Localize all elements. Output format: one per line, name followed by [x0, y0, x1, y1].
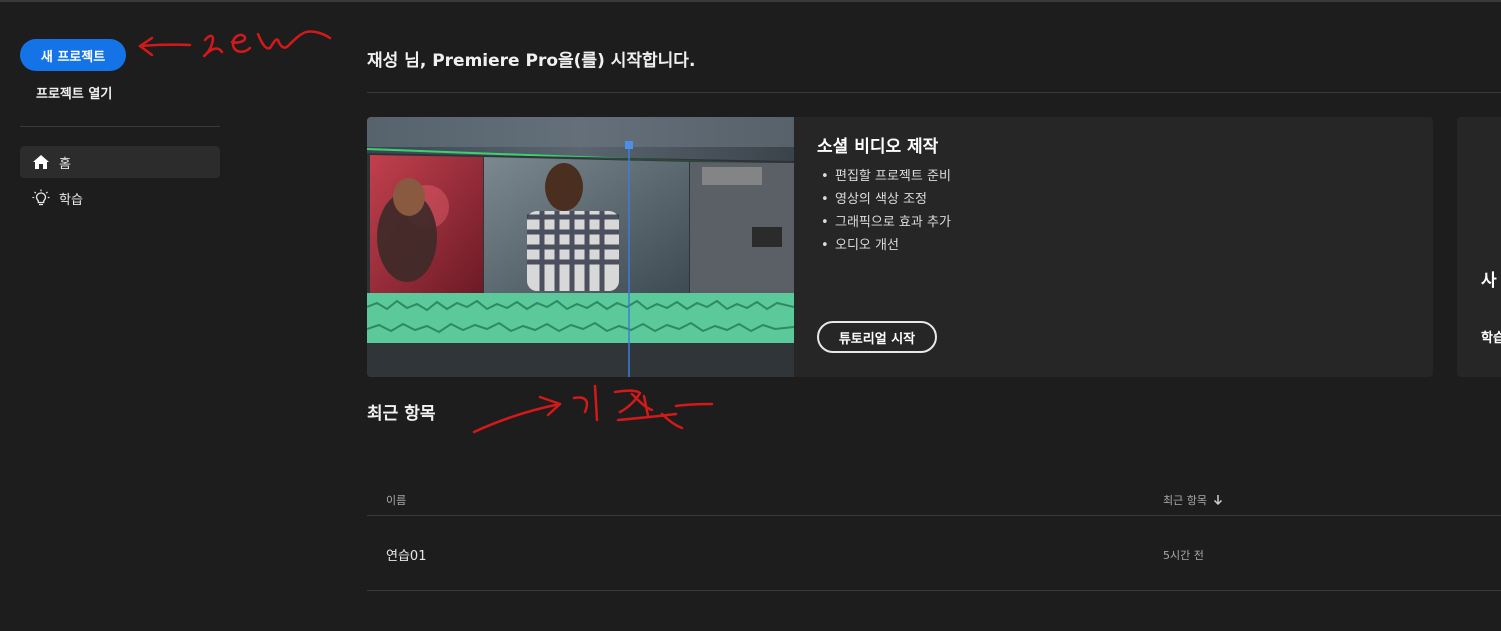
open-project-button[interactable]: 프로젝트 열기 — [36, 85, 112, 105]
sidebar-item-label: 홈 — [59, 156, 71, 172]
sort-down-arrow-icon — [1213, 495, 1223, 506]
annotation-existing-arrow — [472, 384, 714, 434]
tutorial-card-title: 소셜 비디오 제작 — [817, 137, 939, 157]
list-item: 영상의 색상 조정 — [817, 188, 1407, 211]
tutorial-thumbnail[interactable] — [367, 117, 794, 377]
lightbulb-icon — [30, 187, 52, 209]
sidebar-divider — [20, 126, 220, 127]
new-project-button[interactable]: 새 프로젝트 — [20, 39, 126, 71]
welcome-heading: 재성 님, Premiere Pro을(를) 시작합니다. — [367, 51, 696, 71]
tutorial-card: 소셜 비디오 제작 편집할 프로젝트 준비 영상의 색상 조정 그래픽으로 효과… — [367, 117, 1433, 377]
sidebar-item-home[interactable]: 홈 — [20, 146, 220, 178]
tutorial-card-body: 소셜 비디오 제작 편집할 프로젝트 준비 영상의 색상 조정 그래픽으로 효과… — [817, 135, 1407, 257]
project-name: 연습01 — [386, 549, 427, 564]
second-card-link[interactable]: 학습 — [1481, 327, 1501, 346]
column-header-recent-label: 최근 항목 — [1163, 494, 1207, 507]
sidebar-item-learn[interactable]: 학습 — [20, 182, 220, 214]
column-header-name[interactable]: 이름 — [386, 492, 406, 508]
header-divider — [367, 92, 1501, 93]
second-card-title: 사 — [1481, 271, 1497, 291]
table-header: 이름 최근 항목 — [367, 484, 1501, 516]
recent-items-heading: 최근 항목 — [367, 404, 436, 424]
tutorial-bullet-list: 편집할 프로젝트 준비 영상의 색상 조정 그래픽으로 효과 추가 오디오 개선 — [817, 165, 1407, 257]
sidebar: 새 프로젝트 프로젝트 열기 홈 학습 — [0, 0, 240, 631]
start-tutorial-button[interactable]: 튜토리얼 시작 — [817, 321, 937, 353]
column-header-recent[interactable]: 최근 항목 — [1163, 492, 1223, 508]
list-item: 오디오 개선 — [817, 234, 1407, 257]
list-item: 편집할 프로젝트 준비 — [817, 165, 1407, 188]
list-item: 그래픽으로 효과 추가 — [817, 211, 1407, 234]
recent-items-table: 이름 최근 항목 연습01 5시간 전 — [367, 484, 1501, 591]
project-time: 5시간 전 — [1163, 549, 1204, 562]
second-tutorial-card[interactable]: 사 학습 — [1457, 117, 1501, 377]
sidebar-item-label: 학습 — [59, 192, 83, 208]
table-row[interactable]: 연습01 5시간 전 — [367, 516, 1501, 591]
home-icon — [30, 151, 52, 173]
